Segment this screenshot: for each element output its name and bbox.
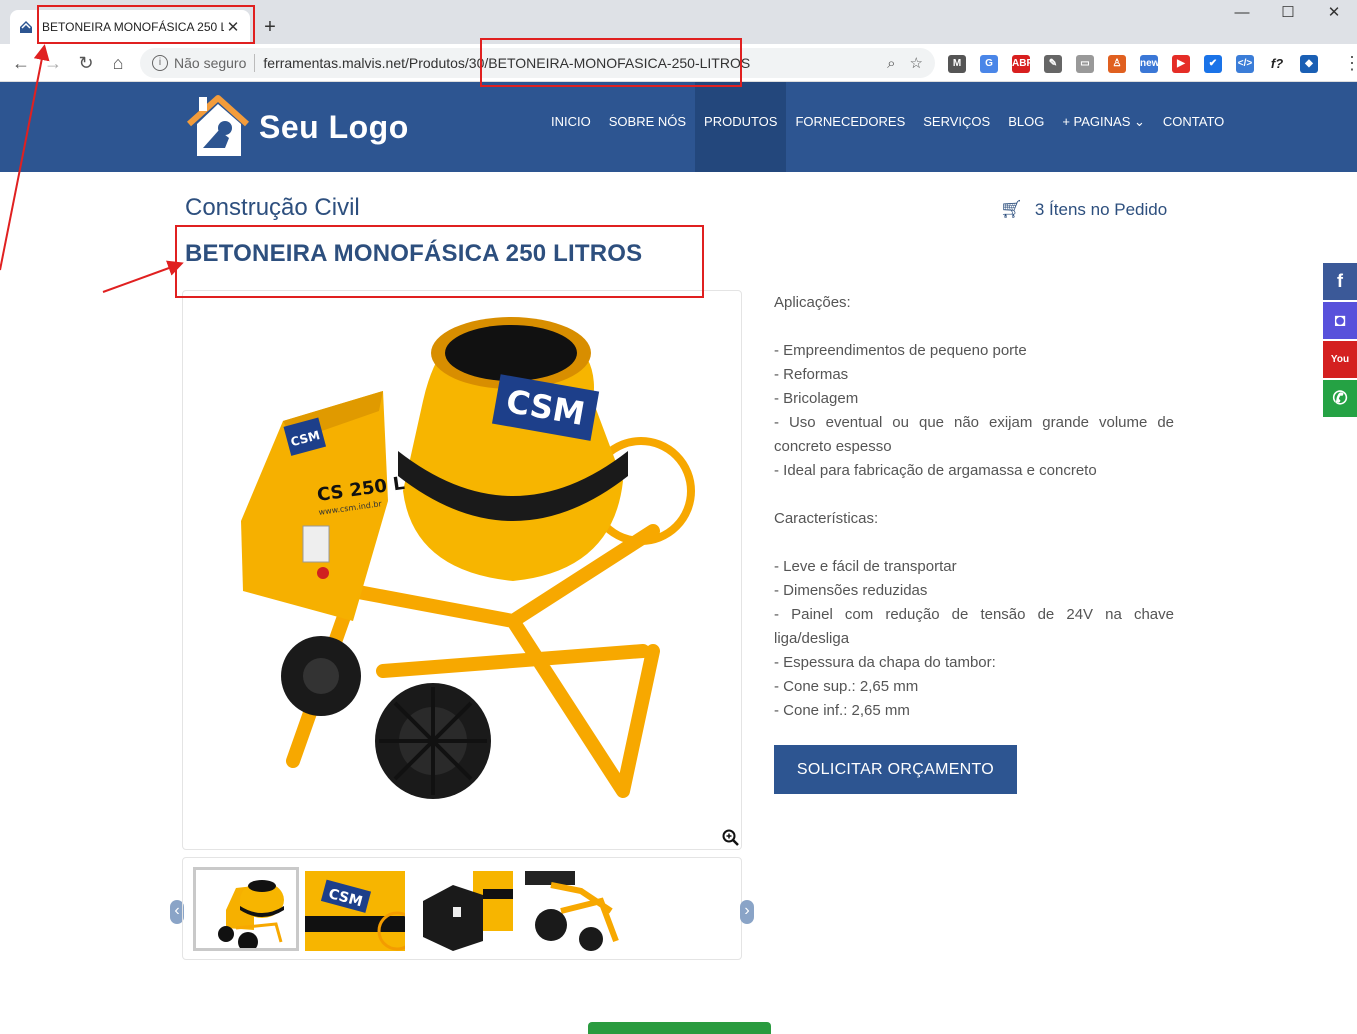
product-main-image[interactable]: CSM CSM CS 250 L www.csm.ind.br — [182, 290, 742, 850]
description-line: - Bricolagem — [774, 390, 859, 407]
main-menu: INICIO SOBRE NÓS PRODUTOS FORNECEDORES SERVI… — [542, 82, 1233, 172]
menu-item-blog[interactable]: BLOG — [999, 82, 1053, 172]
menu-item-inicio[interactable]: INICIO — [542, 82, 600, 172]
menu-item-serviços[interactable]: SERVIÇOS — [914, 82, 999, 172]
menu-item-produtos[interactable]: PRODUTOS — [695, 82, 787, 172]
description-line: - Espessura da chapa do tambor: — [774, 654, 996, 671]
description-line: - Leve e fácil de transportar — [774, 558, 957, 575]
whatsapp-icon[interactable]: ✆ — [1323, 380, 1357, 417]
annotation-arrow-title — [102, 260, 184, 293]
description-line — [774, 483, 1174, 507]
description-line: - Cone sup.: 2,65 mm — [774, 678, 919, 695]
description-line — [774, 315, 1174, 339]
close-window-icon[interactable]: ✕ — [1311, 4, 1357, 26]
description-line: - Uso eventual ou que não exijam grande … — [774, 414, 1174, 455]
browser-menu-icon[interactable]: ⋮ — [1343, 52, 1357, 74]
code-extension-icon[interactable]: </> — [1236, 55, 1254, 73]
product-description: Aplicações: - Empreendimentos de pequeno … — [774, 291, 1174, 723]
zoom-icon[interactable]: ⌕ — [887, 55, 895, 72]
window-controls: — ☐ ✕ — [1219, 4, 1357, 26]
instagram-icon[interactable]: ◘ — [1323, 302, 1357, 339]
description-line — [774, 531, 1174, 555]
green-footer-button[interactable] — [588, 1022, 771, 1034]
person-extension-icon[interactable]: ♙ — [1108, 55, 1126, 73]
minimize-icon[interactable]: — — [1219, 4, 1265, 26]
youtube-icon[interactable]: You — [1323, 341, 1357, 378]
zoom-in-icon[interactable] — [722, 829, 740, 852]
concrete-mixer-image: CSM CSM CS 250 L www.csm.ind.br — [241, 317, 695, 799]
description-line: Características: — [774, 510, 879, 527]
youtube-extension-icon[interactable]: ▶ — [1172, 55, 1190, 73]
check-extension-icon[interactable]: ✔ — [1204, 55, 1222, 73]
translate-extension-icon[interactable]: G — [980, 55, 998, 73]
fx-extension-icon[interactable]: f? — [1268, 55, 1286, 73]
profile-extension-icon[interactable]: ◆ — [1300, 55, 1318, 73]
description-line: - Empreendimentos de pequeno porte — [774, 342, 1027, 359]
thumbnail-1[interactable] — [193, 867, 299, 951]
menu-item-paginas[interactable]: + PAGINAS ⌄ — [1053, 82, 1154, 172]
description-line: - Ideal para fabricação de argamassa e c… — [774, 462, 1097, 479]
cart-link[interactable]: 🛒︎ 3 Ítens no Pedido — [1000, 199, 1167, 220]
thumb-next-arrow[interactable]: › — [740, 900, 754, 924]
description-line: - Cone inf.: 2,65 mm — [774, 702, 910, 719]
menu-item-contato[interactable]: CONTATO — [1154, 82, 1233, 172]
new-extension-icon[interactable]: new — [1140, 55, 1159, 73]
menu-item-fornecedores[interactable]: FORNECEDORES — [786, 82, 914, 172]
description-line: - Reformas — [774, 366, 849, 383]
thumbnail-2[interactable]: CSM — [305, 871, 405, 951]
annotation-arrow-tab — [0, 44, 50, 271]
bookmark-star-icon[interactable]: ☆ — [910, 54, 923, 72]
menu-item-sobre-nós[interactable]: SOBRE NÓS — [600, 82, 695, 172]
screen-extension-icon[interactable]: ▭ — [1076, 55, 1094, 73]
gmail-extension-icon[interactable]: M — [948, 55, 966, 73]
description-line: - Dimensões reduzidas — [774, 582, 928, 599]
annotation-arrows — [0, 44, 184, 293]
thumbnail-3[interactable] — [413, 871, 513, 951]
description-line: Aplicações: — [774, 294, 851, 311]
cart-text: 3 Ítens no Pedido — [1034, 199, 1168, 219]
logo-text: Seu Logo — [259, 108, 409, 145]
description-line: - Painel com redução de tensão de 24V na… — [774, 606, 1174, 647]
new-tab-button[interactable]: + — [258, 16, 282, 40]
annotation-box-url — [480, 38, 742, 87]
facebook-icon[interactable]: f — [1323, 263, 1357, 300]
maximize-icon[interactable]: ☐ — [1265, 4, 1311, 26]
request-quote-button[interactable]: SOLICITAR ORÇAMENTO — [774, 745, 1017, 794]
thumbnail-strip: CSM — [182, 857, 742, 960]
cart-icon: 🛒︎ — [1000, 199, 1023, 219]
adblock-extension-icon[interactable]: ABP — [1012, 55, 1033, 73]
thumbnail-4[interactable] — [521, 871, 621, 951]
eyedropper-extension-icon[interactable]: ✎ — [1044, 55, 1062, 73]
